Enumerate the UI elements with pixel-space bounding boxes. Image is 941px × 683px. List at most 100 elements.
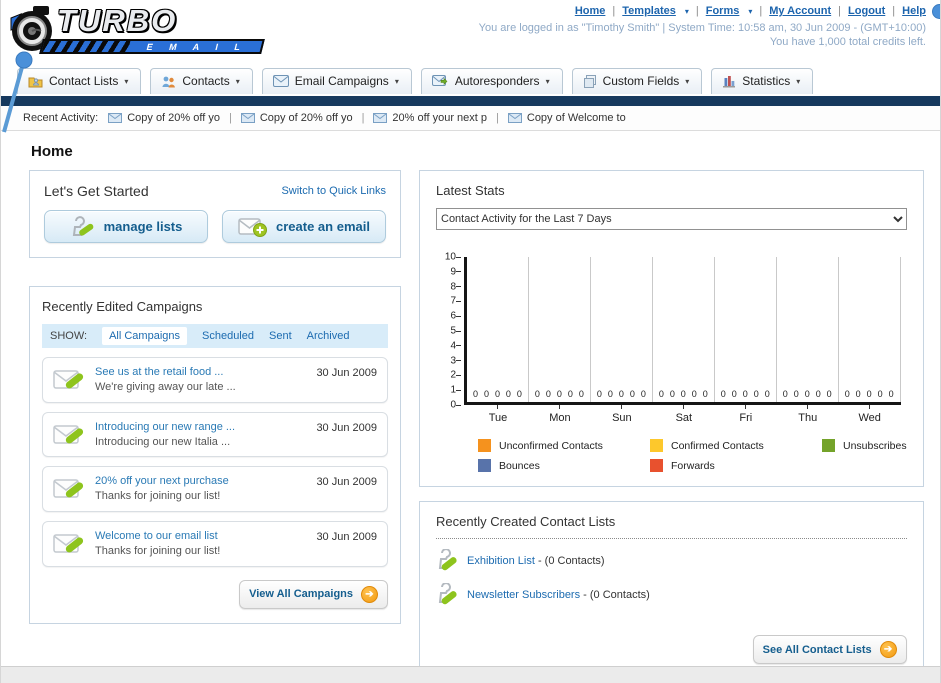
chart-day-group: 00000 [653, 257, 715, 402]
legend-swatch [478, 439, 491, 452]
campaign-title[interactable]: 20% off your next purchase [95, 474, 229, 489]
bar-value: 0 [596, 389, 602, 399]
chart-legend: Unconfirmed Contacts Confirmed Contacts Un… [478, 439, 907, 472]
envelope-plus-icon [238, 217, 268, 237]
envelope-pencil-icon [53, 532, 85, 556]
tab-contacts[interactable]: Contacts ▾ [150, 68, 253, 94]
filter-archived[interactable]: Archived [307, 330, 350, 342]
y-tick-mark [456, 300, 461, 302]
header-link-templates[interactable]: Templates [622, 5, 676, 17]
filter-sent[interactable]: Sent [269, 330, 292, 342]
chart-day-group: 00000 [591, 257, 653, 402]
manage-lists-label: manage lists [103, 219, 183, 234]
header-link-forms[interactable]: Forms [706, 5, 740, 17]
switch-quick-links[interactable]: Switch to Quick Links [281, 185, 386, 197]
campaign-card[interactable]: Welcome to our email list Thanks for join… [42, 521, 388, 567]
link-separator: | [695, 5, 699, 17]
bar-value: 0 [578, 389, 584, 399]
recent-activity-item[interactable]: Copy of 20% off yo [240, 112, 353, 124]
envelope-arrow-icon [431, 74, 449, 88]
manage-lists-button[interactable]: manage lists [44, 210, 208, 243]
bar-value: 0 [742, 389, 748, 399]
bar-value: 0 [804, 389, 810, 399]
header-link-home[interactable]: Home [575, 5, 606, 17]
recent-activity-items: Copy of 20% off yo | Copy of 20% off yo | 20… [108, 112, 626, 124]
filter-all-campaigns[interactable]: All Campaigns [102, 327, 187, 345]
recent-activity-item[interactable]: Copy of Welcome to [507, 112, 626, 124]
tab-contact-lists[interactable]: Contact Lists ▾ [17, 68, 142, 94]
bar-value-labels: 00000 [839, 389, 900, 399]
tab-statistics[interactable]: Statistics ▾ [711, 68, 814, 94]
logo-email-bar: E M A I L [39, 39, 265, 54]
chart-day-group: 00000 [467, 257, 529, 402]
header-link-help[interactable]: Help [902, 5, 926, 17]
envelope-pencil-icon [53, 423, 85, 447]
chevron-down-icon: ▾ [748, 6, 753, 16]
recent-activity-item[interactable]: 20% off your next p [373, 112, 487, 124]
y-tick-mark [456, 315, 461, 317]
campaign-subtitle: Introducing our new Italia ... [95, 435, 231, 448]
header-link-logout[interactable]: Logout [848, 5, 885, 17]
campaign-subtitle: We're giving away our late ... [95, 380, 236, 393]
contact-list-item[interactable]: Exhibition List - (0 Contacts) [436, 541, 907, 575]
bar-value: 0 [472, 389, 478, 399]
people-icon [161, 75, 176, 88]
bar-value: 0 [691, 389, 697, 399]
bar-value: 0 [534, 389, 540, 399]
filter-scheduled[interactable]: Scheduled [202, 330, 254, 342]
chevron-down-icon: ▾ [545, 76, 550, 86]
link-separator: | [759, 5, 763, 17]
view-all-campaigns-button[interactable]: View All Campaigns ➔ [239, 579, 388, 609]
bar-chart-icon [722, 75, 736, 88]
legend-label: Forwards [671, 459, 715, 472]
create-email-button[interactable]: create an email [222, 210, 386, 243]
header-link-my-account[interactable]: My Account [769, 5, 831, 17]
turbo-email-logo: TURBO E M A I L [7, 3, 277, 57]
chart-day-group: 00000 [839, 257, 901, 402]
campaign-card[interactable]: Introducing our new range ... Introducing… [42, 411, 388, 458]
campaign-title[interactable]: Introducing our new range ... [95, 420, 235, 435]
recent-activity-bar: Recent Activity: Copy of 20% off yo | Copy… [1, 106, 940, 131]
arrow-right-icon: ➔ [879, 641, 897, 658]
x-tick-label: Mon [529, 405, 591, 424]
bar-value: 0 [618, 389, 624, 399]
campaign-card[interactable]: See us at the retail food ... We're givin… [42, 357, 388, 403]
legend-label: Bounces [499, 459, 540, 472]
page-title: Home [31, 143, 73, 160]
campaign-card[interactable]: 20% off your next purchase Thanks for joi… [42, 466, 388, 513]
x-tick-label: Fri [715, 405, 777, 424]
x-tick-mark [807, 405, 809, 409]
campaign-title[interactable]: Welcome to our email list [95, 529, 220, 544]
stats-report-select[interactable]: Contact Activity for the Last 7 Days [436, 208, 907, 230]
tab-autoresponders[interactable]: Autoresponders ▾ [420, 68, 563, 94]
tab-label: Custom Fields [602, 74, 680, 88]
mail-small-icon [373, 113, 388, 123]
campaign-title[interactable]: See us at the retail food ... [95, 365, 236, 380]
item-separator: | [496, 112, 499, 124]
get-started-title: Let's Get Started [44, 183, 149, 199]
contact-list-count: - (0 Contacts) [583, 589, 650, 601]
see-all-contact-lists-button[interactable]: See All Contact Lists ➔ [752, 635, 907, 664]
tab-email-campaigns[interactable]: Email Campaigns ▾ [261, 68, 412, 94]
legend-item: Bounces [478, 459, 650, 472]
tab-custom-fields[interactable]: Custom Fields ▾ [571, 68, 703, 94]
bar-value: 0 [844, 389, 850, 399]
item-separator: | [361, 112, 365, 124]
logo-title: TURBO [57, 3, 178, 38]
contact-list-count: - (0 Contacts) [537, 555, 605, 567]
bar-value: 0 [483, 389, 489, 399]
x-tick-mark [869, 405, 871, 409]
create-email-label: create an email [276, 219, 370, 234]
bar-value: 0 [764, 389, 770, 399]
envelope-pencil-icon [53, 477, 85, 501]
contact-list-link[interactable]: Exhibition List [467, 555, 535, 567]
recent-activity-item[interactable]: Copy of 20% off yo [108, 112, 220, 124]
bar-value-labels: 00000 [591, 389, 652, 399]
y-tick-mark [456, 286, 461, 288]
dotted-divider [436, 538, 907, 539]
contact-list-link[interactable]: Newsletter Subscribers [467, 589, 580, 601]
tab-label: Contact Lists [49, 74, 119, 88]
contact-list-item[interactable]: Newsletter Subscribers - (0 Contacts) [436, 575, 907, 609]
x-tick-mark [559, 405, 561, 409]
bar-value: 0 [607, 389, 613, 399]
